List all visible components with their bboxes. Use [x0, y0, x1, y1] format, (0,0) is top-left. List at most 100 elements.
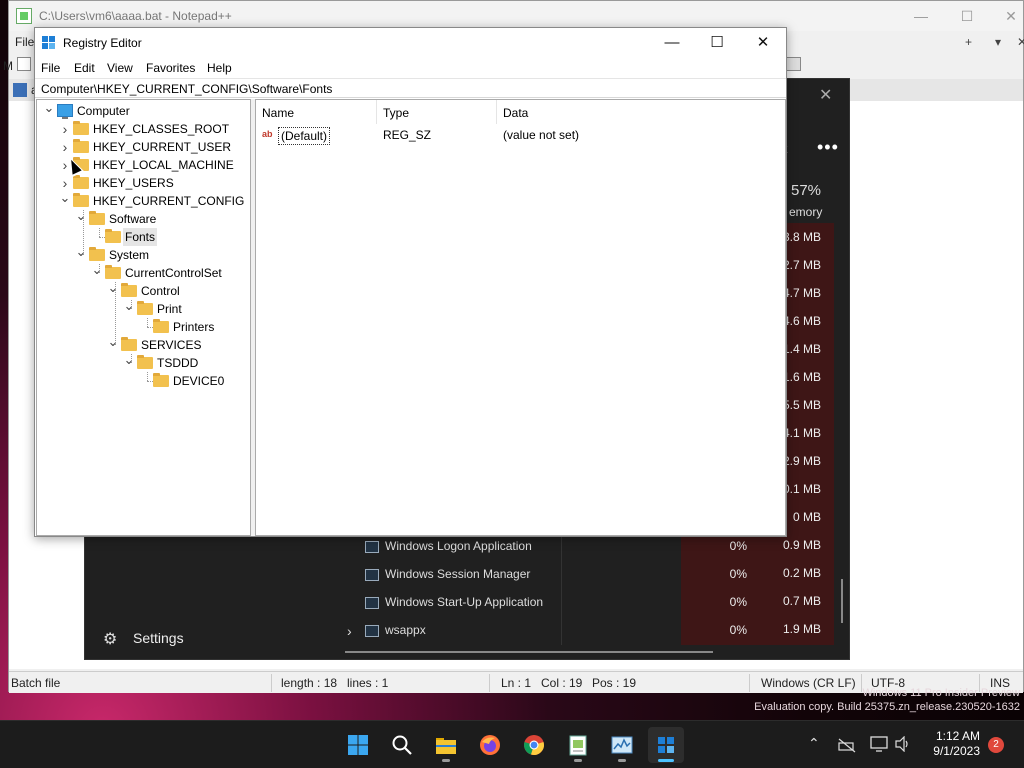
tree-node-label: CurrentControlSet	[125, 266, 222, 280]
settings-icon[interactable]: ⚙	[103, 629, 117, 649]
volume-icon[interactable]	[894, 736, 912, 752]
tree-node-label: System	[109, 248, 150, 262]
tree-node[interactable]: › HKEY_CURRENT_USER	[37, 138, 250, 156]
more-options-icon[interactable]: •••	[817, 137, 839, 158]
tree-node[interactable]: ⌄ SERVICES	[37, 335, 250, 354]
notification-badge[interactable]: 2	[988, 737, 1004, 753]
notepadpp-tab-add[interactable]: +	[965, 35, 972, 49]
tree-node[interactable]: DEVICE0	[37, 372, 250, 390]
process-icon	[365, 541, 379, 553]
status-file-type: Batch file	[11, 676, 61, 690]
collapse-arrow-icon[interactable]: ⌄	[75, 245, 87, 264]
tray-chevron-icon[interactable]: ⌃	[808, 735, 820, 752]
horizontal-scrollbar[interactable]	[345, 651, 713, 653]
collapse-arrow-icon[interactable]: ⌄	[75, 209, 87, 228]
task-manager-button[interactable]	[604, 727, 640, 763]
tree-node[interactable]: ⌄ TSDDD	[37, 353, 250, 372]
chrome-button[interactable]	[516, 727, 552, 763]
menu-edit[interactable]: Edit	[74, 61, 95, 75]
process-name: Windows Start-Up Application	[385, 595, 544, 609]
folder-icon	[73, 139, 89, 153]
minimize-button[interactable]: —	[649, 30, 695, 56]
memory-column-header[interactable]: emory	[789, 205, 822, 219]
close-button[interactable]: ✕	[740, 30, 786, 56]
save-icon	[13, 83, 27, 97]
start-button[interactable]	[340, 727, 376, 763]
notepadpp-menu-partial[interactable]: M	[3, 59, 13, 73]
notepadpp-minimize-button[interactable]: —	[901, 6, 941, 26]
tree-node[interactable]: ⌄ Computer	[37, 101, 250, 120]
collapse-arrow-icon[interactable]: ⌄	[107, 335, 119, 354]
tree-node-label: Control	[141, 284, 180, 298]
menu-help[interactable]: Help	[207, 61, 232, 75]
collapse-arrow-icon[interactable]: ⌄	[123, 299, 135, 318]
tree-node-label: HKEY_LOCAL_MACHINE	[93, 158, 234, 172]
process-cpu: 0%	[729, 567, 747, 581]
process-icon	[365, 625, 379, 637]
regedit-button[interactable]	[648, 727, 684, 763]
vertical-scrollbar[interactable]	[841, 579, 843, 623]
nav-settings[interactable]: Settings	[133, 630, 184, 646]
notepadpp-button[interactable]	[560, 727, 596, 763]
toolbar-icon[interactable]	[785, 57, 801, 71]
address-bar[interactable]: Computer\HKEY_CURRENT_CONFIG\Software\Fo…	[35, 78, 786, 98]
tree-node-label: HKEY_CLASSES_ROOT	[93, 122, 230, 136]
menu-favorites[interactable]: Favorites	[146, 61, 195, 75]
process-cpu: 0%	[729, 539, 747, 553]
tree-node[interactable]: ⌄ CurrentControlSet	[37, 263, 250, 282]
registry-editor-app-icon	[42, 36, 56, 50]
tree-node-label: DEVICE0	[173, 374, 225, 388]
folder-icon	[89, 247, 105, 261]
notepadpp-maximize-button[interactable]: ☐	[947, 6, 987, 26]
folder-icon	[153, 319, 169, 333]
tree-node[interactable]: ⌄ Print	[37, 299, 250, 318]
memory-value: 0.2 MB	[782, 566, 821, 580]
collapse-arrow-icon[interactable]: ⌄	[43, 101, 55, 120]
new-file-icon[interactable]	[17, 57, 31, 71]
firefox-button[interactable]	[472, 727, 508, 763]
notepadpp-tab-list[interactable]: ▾	[995, 35, 1001, 49]
notepadpp-menu-file[interactable]: File	[15, 35, 34, 49]
tree-node[interactable]: ⌄ System	[37, 245, 250, 264]
tree-node[interactable]: Fonts	[37, 228, 250, 246]
folder-icon	[105, 229, 121, 243]
expand-chevron-icon[interactable]: ›	[347, 623, 352, 639]
collapse-arrow-icon[interactable]: ⌄	[59, 191, 71, 210]
column-header-data[interactable]: Data	[503, 106, 528, 120]
clock[interactable]: 1:12 AM 9/1/2023	[922, 729, 980, 759]
task-manager-close-button[interactable]: ✕	[819, 85, 832, 105]
tree-node[interactable]: ⌄ Control	[37, 281, 250, 300]
file-explorer-button[interactable]	[428, 727, 464, 763]
menu-file[interactable]: File	[41, 61, 60, 75]
maximize-button[interactable]: ☐	[694, 30, 740, 56]
tree-node[interactable]: Printers	[37, 318, 250, 336]
collapse-arrow-icon[interactable]: ⌄	[107, 281, 119, 300]
collapse-arrow-icon[interactable]: ⌄	[123, 353, 135, 372]
notepadpp-icon	[569, 735, 587, 756]
search-button[interactable]	[384, 727, 420, 763]
notepadpp-title: C:\Users\vm6\aaaa.bat - Notepad++	[39, 9, 232, 23]
display-icon[interactable]	[870, 736, 888, 752]
status-col: Col : 19	[541, 676, 583, 690]
expand-arrow-icon[interactable]: ›	[59, 138, 71, 156]
value-data: (value not set)	[503, 128, 580, 142]
expand-arrow-icon[interactable]: ›	[59, 120, 71, 138]
tree-node[interactable]: ⌄ Software	[37, 209, 250, 228]
notepadpp-tab-close[interactable]: ✕	[1017, 35, 1024, 49]
tree-node-label: Fonts	[123, 228, 158, 246]
clock-time: 1:12 AM	[935, 729, 980, 743]
values-list[interactable]: Name Type Data ab (Default) REG_SZ (valu…	[255, 99, 786, 536]
status-length: length : 18	[281, 676, 338, 690]
column-header-type[interactable]: Type	[383, 106, 409, 120]
collapse-arrow-icon[interactable]: ⌄	[91, 263, 103, 282]
column-header-name[interactable]: Name	[262, 106, 294, 120]
status-lines: lines : 1	[347, 676, 389, 690]
registry-editor-titlebar[interactable]: Registry Editor — ☐ ✕	[35, 28, 786, 58]
tree-node[interactable]: ⌄ HKEY_CURRENT_CONFIG	[37, 191, 250, 210]
taskbar: ⌃ 1:12 AM 9/1/2023 2	[0, 720, 1024, 768]
value-name[interactable]: (Default)	[278, 127, 331, 145]
notepadpp-close-button[interactable]: ✕	[991, 6, 1024, 26]
network-off-icon[interactable]	[838, 737, 856, 753]
menu-view[interactable]: View	[107, 61, 133, 75]
tree-node[interactable]: › HKEY_CLASSES_ROOT	[37, 120, 250, 138]
